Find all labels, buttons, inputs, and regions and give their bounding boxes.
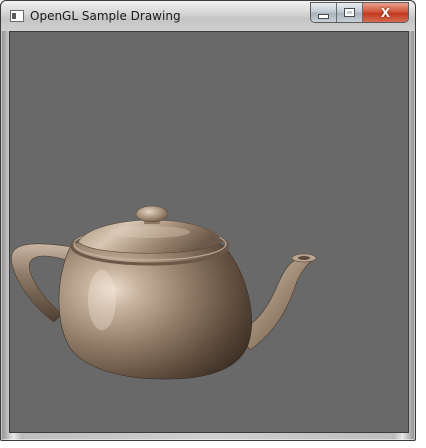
close-icon: X [380, 5, 391, 20]
minimize-icon [318, 13, 329, 19]
title-bar[interactable]: OpenGL Sample Drawing X [1, 1, 415, 31]
minimize-button[interactable] [311, 3, 337, 22]
teapot-knob [135, 205, 169, 223]
maximize-icon [344, 8, 355, 17]
maximize-button[interactable] [337, 3, 363, 22]
teapot-render [11, 205, 317, 380]
app-window-icon[interactable] [10, 10, 24, 22]
app-window: OpenGL Sample Drawing X [0, 0, 416, 441]
window-controls: X [310, 2, 409, 23]
window-title: OpenGL Sample Drawing [30, 9, 181, 23]
opengl-viewport[interactable] [9, 31, 409, 433]
close-button[interactable]: X [363, 3, 408, 22]
